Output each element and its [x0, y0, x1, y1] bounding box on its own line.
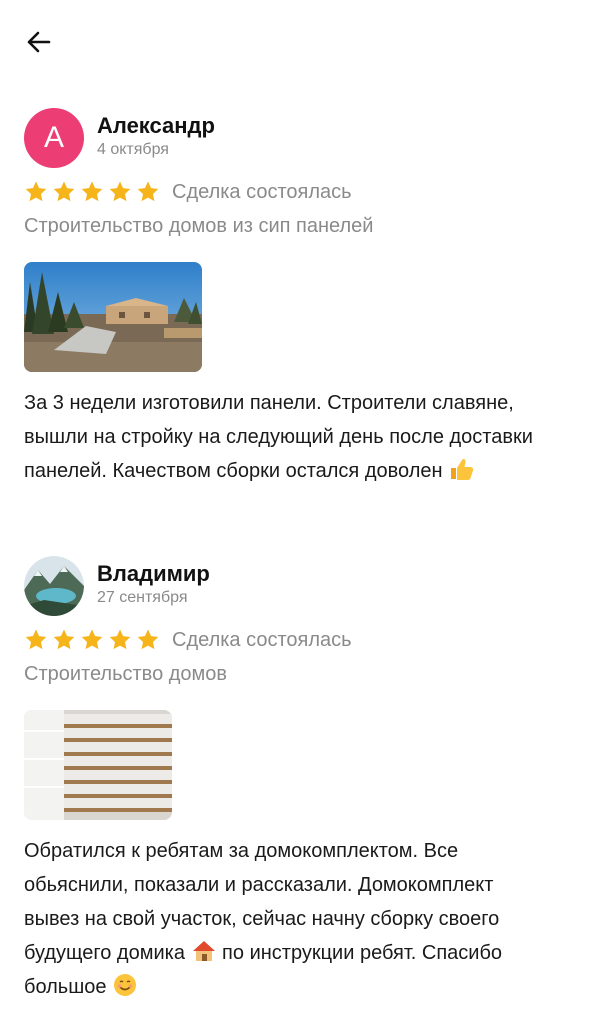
house-icon	[192, 941, 215, 961]
star-icon	[109, 181, 131, 202]
star-rating	[24, 180, 160, 204]
star-icon	[25, 629, 47, 650]
author-name[interactable]: Александр	[97, 112, 215, 140]
star-icon	[81, 181, 103, 202]
review-photo[interactable]	[24, 262, 202, 372]
review-header: А Александр 4 октября	[24, 108, 567, 170]
review-date: 4 октября	[97, 141, 169, 158]
review-date: 27 сентября	[97, 589, 188, 606]
service-name: Строительство домов из сип панелей	[24, 215, 374, 237]
arrow-left-icon	[27, 31, 51, 53]
star-icon	[53, 181, 75, 202]
review-card: А Александр 4 октября Сделка состоялась …	[24, 108, 567, 488]
avatar-letter: А	[43, 121, 64, 154]
star-icon	[25, 181, 47, 202]
deal-status: Сделка состоялась	[172, 628, 352, 651]
author-name[interactable]: Владимир	[97, 560, 210, 588]
review-header: Владимир 27 сентября	[24, 556, 567, 618]
star-icon	[137, 181, 159, 202]
star-icon	[53, 629, 75, 650]
smiling-face-icon	[114, 974, 137, 996]
back-button[interactable]	[24, 24, 60, 60]
star-icon	[81, 629, 103, 650]
deal-status: Сделка состоялась	[172, 180, 352, 203]
rating-row: Сделка состоялась	[24, 174, 567, 210]
author-meta: Владимир 27 сентября	[97, 556, 210, 608]
review-text: За 3 недели изготовили панели. Строители…	[24, 386, 554, 488]
service-name: Строительство домов	[24, 663, 228, 685]
star-icon	[109, 629, 131, 650]
star-icon	[137, 629, 159, 650]
review-card: Владимир 27 сентября Сделка состоялась С…	[24, 556, 567, 1004]
avatar[interactable]	[24, 556, 84, 616]
author-meta: Александр 4 октября	[97, 108, 215, 160]
thumbs-up-icon	[451, 458, 474, 480]
rating-row: Сделка состоялась	[24, 622, 567, 658]
star-rating	[24, 628, 160, 652]
avatar[interactable]: А	[24, 108, 84, 168]
review-photo[interactable]	[24, 710, 172, 820]
review-text: Обратился к ребятам за домокомплектом. В…	[24, 834, 554, 1004]
